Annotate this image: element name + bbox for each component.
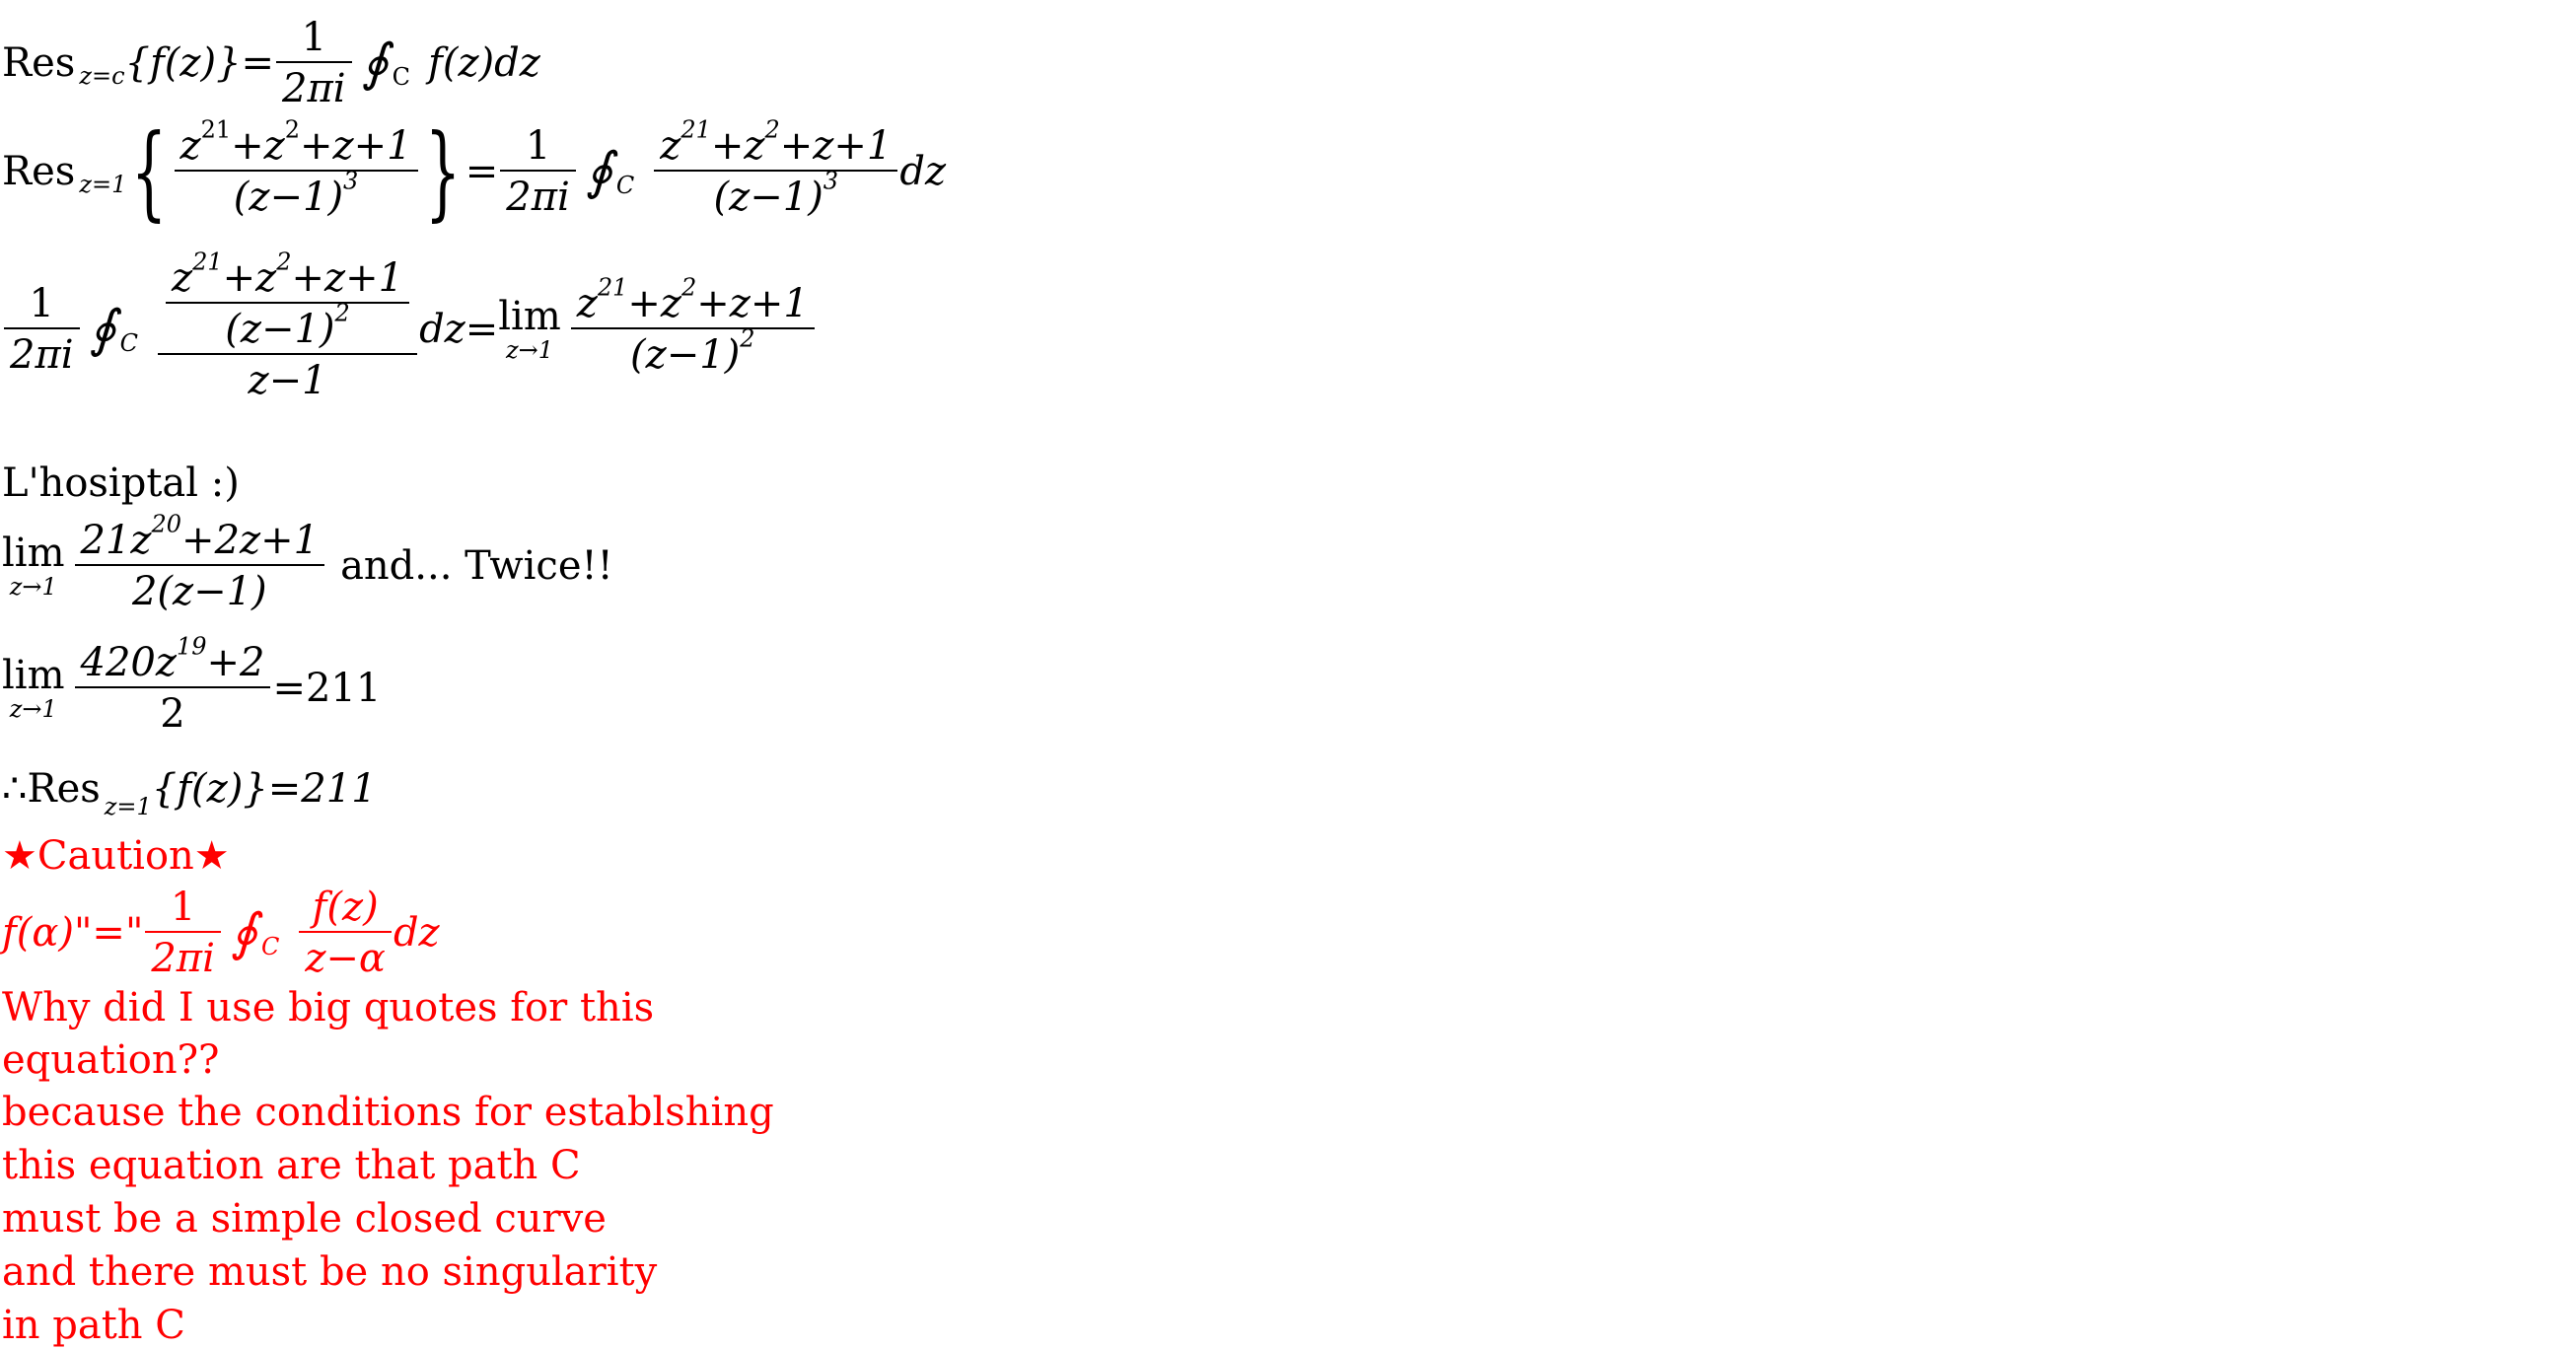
rational-function: z21+z2+z+1 (z−1)3 [174,115,418,220]
limit-operator: lim z→1 [2,653,65,723]
conclusion: ∴Res z=1{f(z)}=211 [2,766,377,821]
left-brace: { [131,111,168,232]
inner-fraction: z21+z2+z+1 (z−1)2 [166,249,410,349]
res-label: Res [2,149,76,194]
fraction-one-over-2pii: 1 2πi [276,18,352,108]
contour-subscript: C [119,329,138,358]
dz: dz [899,149,947,194]
explanation-line: must be a simple closed curve [2,1196,607,1242]
explanation-line: and there must be no singularity [2,1249,658,1295]
explanation-line: equation?? [2,1037,220,1083]
derivative-fraction: 21z20+2z+1 2(z−1) [74,512,325,611]
twice-note: and... Twice!! [340,543,613,589]
fraction-one-over-2pii: 1 2πi [145,888,221,978]
contour-integral-icon: ∮ [89,300,116,359]
fraction-denominator: 2πi [282,66,346,111]
integrand-fraction: f(z) z−α [299,888,392,978]
lhs: {f(z)}= [124,40,275,86]
fraction-numerator: 1 [301,15,327,60]
explanation-line: because the conditions for establshing [2,1090,774,1135]
second-derivative-fraction: 420z19+2 2 [74,634,271,734]
lhs: f(α)"=" [2,910,144,956]
residue-definition: Res z=c {f(z)}= 1 2πi ∮ C f(z)dz [2,18,540,108]
limit-operator: lim z→1 [2,531,65,601]
contour-subscript: C [260,933,280,961]
integrand: f(z)dz [428,40,540,86]
explanation-line: Why did I use big quotes for this [2,985,655,1030]
res-subscript: z=c [79,62,125,91]
fraction-numerator: z21+z2+z+1 [179,115,412,169]
res-label: Res [2,40,76,86]
lhospital-note: L'hosiptal :) [2,461,240,506]
residue-at-1: Res z=1 { z21+z2+z+1 (z−1)3 } = 1 2πi ∮ … [2,111,947,232]
integrand-fraction: z21+z2+z+1 (z−1)3 [654,117,898,217]
contour-integral-icon: ∮ [361,34,389,93]
limit-step-2: lim z→1 420z19+2 2 =211 [2,634,382,734]
contour-subscript: C [392,63,411,92]
right-brace: } [424,111,461,232]
outer-denominator: z−1 [248,358,327,403]
cauchy-formula: f(α)"=" 1 2πi ∮ C f(z) z−α dz [2,888,440,978]
explanation-line: in path C [2,1303,185,1348]
explanation-line: this equation are that path C [2,1143,581,1188]
dz: dz [393,910,440,956]
result: =211 [272,666,382,711]
limit-step-1: lim z→1 21z20+2z+1 2(z−1) and... Twice!! [2,512,613,611]
caution-heading: ★Caution★ [2,833,230,879]
limit-fraction: z21+z2+z+1 (z−1)2 [570,275,815,375]
limit-operator: lim z→1 [498,294,561,364]
fraction-one-over-2pii: 1 2πi [4,284,80,375]
res-subscript: z=1 [79,171,127,199]
residue-integral-limit: 1 2πi ∮ C z21+z2+z+1 (z−1)2 z−1 dz= lim … [2,249,817,403]
fraction-one-over-2pii: 1 2πi [500,126,576,217]
contour-integral-icon: ∮ [230,903,257,962]
fraction-denominator: (z−1)3 [233,167,359,220]
dz-equals: dz= [419,307,499,352]
compound-fraction: z21+z2+z+1 (z−1)2 z−1 [158,249,418,403]
equals: = [465,149,499,194]
contour-integral-icon: ∮ [585,142,612,201]
contour-subscript: C [615,172,635,200]
